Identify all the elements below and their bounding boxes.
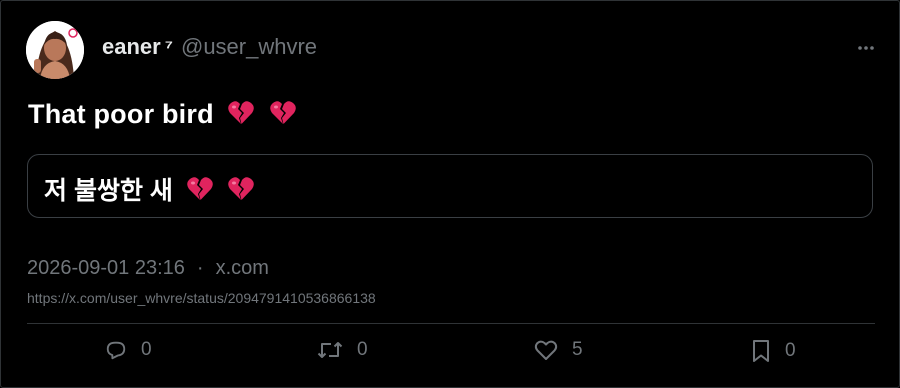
translation-content: 저 불쌍한 새 (44, 177, 173, 205)
repost-button[interactable]: 0 (317, 339, 368, 361)
like-count: 5 (572, 339, 583, 360)
author-names: eaner ⁷ @user_whvre (102, 34, 317, 60)
translation-box: 저 불쌍한 새 (27, 154, 873, 218)
broken-heart-icon (269, 100, 297, 133)
repost-icon (317, 342, 343, 358)
reply-count: 0 (141, 339, 152, 360)
tweet-card: eaner ⁷ @user_whvre That poor bird 저 불쌍한… (0, 0, 900, 388)
timestamp[interactable]: 2026-09-01 23:16 (27, 257, 185, 280)
author-badge: ⁷ (164, 37, 173, 59)
bookmark-button[interactable]: 0 (751, 339, 796, 363)
tweet-text: That poor bird (28, 99, 297, 133)
translation-text: 저 불쌍한 새 (44, 171, 255, 209)
bookmark-count: 0 (785, 340, 796, 361)
divider (27, 323, 875, 324)
heart-icon (534, 340, 558, 360)
tweet-header: eaner ⁷ @user_whvre (26, 21, 317, 79)
display-name[interactable]: eaner (102, 34, 161, 60)
reply-button[interactable]: 0 (105, 339, 152, 361)
action-bar: 0 0 5 0 (1, 339, 900, 373)
broken-heart-icon (227, 100, 255, 133)
avatar-image (26, 21, 84, 79)
tweet-meta: 2026-09-01 23:16 · x.com (27, 257, 269, 280)
avatar[interactable] (26, 21, 84, 79)
bookmark-icon (753, 340, 769, 362)
more-icon[interactable] (857, 39, 875, 57)
meta-separator: · (196, 257, 204, 279)
tweet-url[interactable]: https://x.com/user_whvre/status/20947914… (27, 290, 376, 306)
source[interactable]: x.com (216, 257, 269, 280)
repost-count: 0 (357, 339, 368, 360)
like-button[interactable]: 5 (534, 339, 583, 361)
reply-icon (106, 341, 126, 360)
tweet-text-content: That poor bird (28, 99, 214, 129)
user-handle[interactable]: @user_whvre (181, 34, 317, 60)
broken-heart-icon (227, 176, 255, 209)
broken-heart-icon (186, 176, 214, 209)
